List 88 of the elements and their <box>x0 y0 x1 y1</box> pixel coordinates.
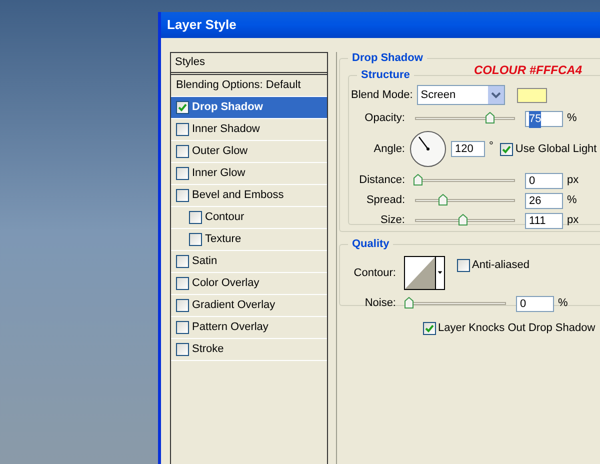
style-list-item[interactable]: Drop Shadow <box>171 97 327 119</box>
unit-label: px <box>567 212 579 228</box>
checkbox[interactable] <box>176 321 189 334</box>
style-list-item[interactable]: Pattern Overlay <box>171 317 327 339</box>
field-label: Opacity: <box>364 110 405 126</box>
value-field[interactable]: 120 <box>451 141 485 157</box>
checkbox[interactable] <box>176 101 189 114</box>
slider-thumb[interactable] <box>404 297 414 309</box>
window-title: Layer Style <box>167 16 236 34</box>
value-field[interactable]: 75 <box>525 111 563 128</box>
checkbox[interactable] <box>176 255 189 268</box>
slider-thumb[interactable] <box>438 194 448 206</box>
unit-label: % <box>558 296 568 311</box>
checkbox[interactable] <box>176 277 189 290</box>
value-field[interactable]: 26 <box>525 193 563 210</box>
checkbox-label: Anti-aliased <box>472 258 530 273</box>
checkbox[interactable] <box>176 189 189 202</box>
checkbox-label: Layer Knocks Out Drop Shadow <box>438 321 596 336</box>
item-label: Outer Glow <box>192 144 248 160</box>
unit-label: px <box>567 172 579 188</box>
field-label: Blend Mode: <box>351 88 413 103</box>
checkbox[interactable] <box>176 167 189 180</box>
chevron-down-icon <box>488 86 504 104</box>
item-label: Styles <box>175 55 205 70</box>
field-label: Angle: <box>372 142 405 157</box>
slider[interactable] <box>413 214 517 226</box>
item-label: Stroke <box>192 342 224 358</box>
slider[interactable] <box>404 297 508 309</box>
checkbox[interactable] <box>189 211 202 224</box>
angle-dial[interactable] <box>409 130 447 168</box>
field-label: Noise: <box>364 296 396 311</box>
style-list-item[interactable]: Outer Glow <box>171 141 327 163</box>
item-label: Pattern Overlay <box>192 320 268 336</box>
checkbox[interactable] <box>189 233 202 246</box>
item-label: Bevel and Emboss <box>192 188 284 204</box>
group-title: Quality <box>348 237 394 251</box>
check-icon <box>178 103 187 112</box>
item-label: Contour <box>205 210 244 226</box>
group-title: Drop Shadow <box>348 51 427 65</box>
caret-down-icon <box>435 257 444 289</box>
style-list-item[interactable]: Bevel and Emboss <box>171 185 327 207</box>
style-list-item[interactable]: Inner Shadow <box>171 119 327 141</box>
item-label: Inner Shadow <box>192 122 260 138</box>
contour-curve-icon <box>405 257 435 289</box>
unit-label: % <box>567 110 577 126</box>
style-list-item[interactable]: Texture <box>171 229 327 251</box>
checkbox[interactable] <box>423 322 436 335</box>
slider[interactable] <box>413 194 517 206</box>
checkbox[interactable] <box>176 343 189 356</box>
checkbox-label: Use Global Light <box>515 142 597 157</box>
check-icon <box>425 324 434 333</box>
item-label: Color Overlay <box>192 276 260 292</box>
style-list-item[interactable]: Stroke <box>171 339 327 361</box>
slider[interactable] <box>413 174 517 186</box>
item-label: Satin <box>192 254 218 270</box>
annotation-text: COLOUR #FFFCA4 <box>474 62 582 79</box>
value-field[interactable]: 0 <box>516 296 554 312</box>
value-field[interactable]: 0 <box>525 173 563 190</box>
item-label: Blending Options: Default <box>176 78 301 94</box>
style-list-item[interactable]: Inner Glow <box>171 163 327 185</box>
checkbox[interactable] <box>500 142 514 156</box>
checkbox[interactable] <box>176 299 189 312</box>
slider-thumb[interactable] <box>485 112 496 124</box>
checkbox[interactable] <box>457 258 470 272</box>
unit-label: ° <box>489 139 494 154</box>
check-icon <box>502 144 512 154</box>
style-list-item[interactable]: Contour <box>171 207 327 229</box>
style-list-item[interactable]: Satin <box>171 251 327 273</box>
item-label: Texture <box>205 232 242 248</box>
style-list-item[interactable]: Color Overlay <box>171 273 327 295</box>
field-label: Contour: <box>352 266 396 281</box>
field-label: Spread: <box>365 192 405 208</box>
style-list-item[interactable]: Gradient Overlay <box>171 295 327 317</box>
checkbox[interactable] <box>176 145 189 158</box>
checkbox[interactable] <box>176 123 189 136</box>
slider[interactable] <box>413 112 517 124</box>
slider-thumb[interactable] <box>458 214 468 226</box>
contour-picker[interactable] <box>404 256 445 290</box>
item-label: Drop Shadow <box>192 100 263 116</box>
color-swatch[interactable] <box>516 88 547 102</box>
slider-thumb[interactable] <box>413 174 423 186</box>
field-label: Distance: <box>358 172 405 188</box>
item-label: Gradient Overlay <box>192 298 276 314</box>
item-label: Inner Glow <box>192 166 246 182</box>
value-field[interactable]: 111 <box>525 213 563 230</box>
unit-label: % <box>567 192 577 208</box>
field-label: Size: <box>380 212 405 228</box>
blend-mode-dropdown[interactable]: Screen <box>416 85 505 105</box>
